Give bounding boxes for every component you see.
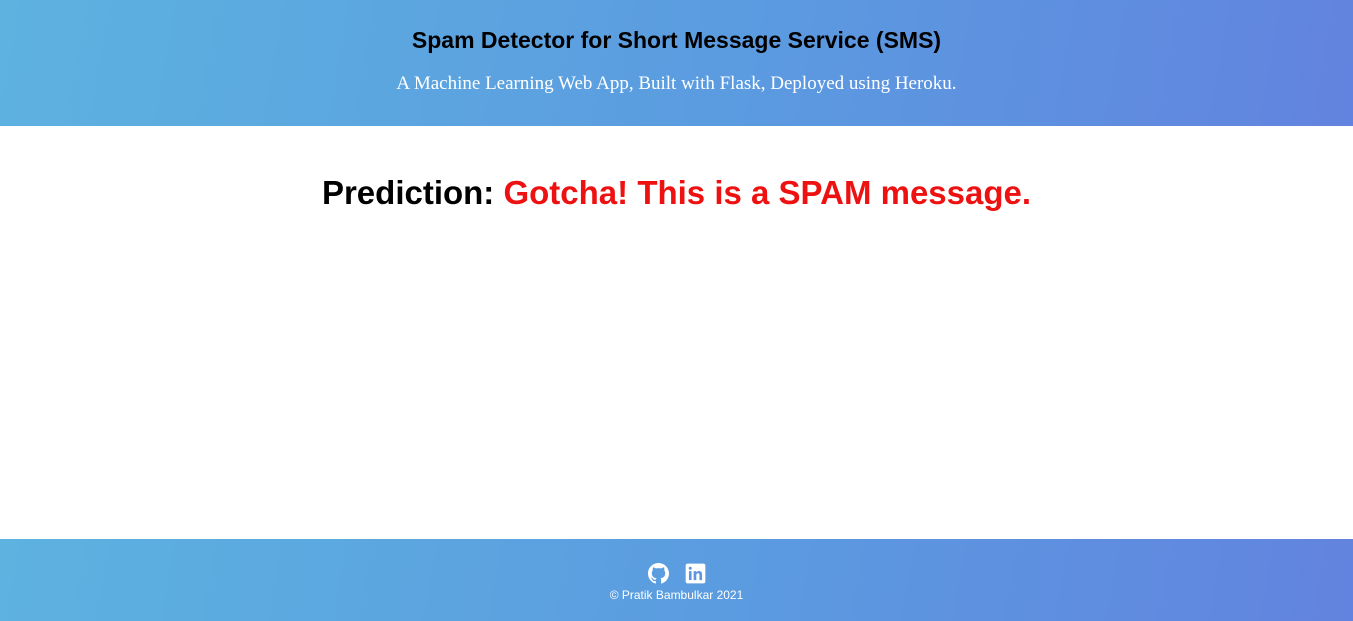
page-footer: © Pratik Bambulkar 2021 bbox=[0, 539, 1353, 621]
prediction-heading: Prediction: Gotcha! This is a SPAM messa… bbox=[0, 174, 1353, 212]
copyright-text: © Pratik Bambulkar 2021 bbox=[609, 588, 744, 602]
linkedin-link[interactable] bbox=[685, 563, 706, 584]
page-subtitle: A Machine Learning Web App, Built with F… bbox=[396, 73, 957, 94]
github-icon bbox=[647, 563, 669, 584]
page-header: Spam Detector for Short Message Service … bbox=[0, 0, 1353, 126]
prediction-result: Gotcha! This is a SPAM message. bbox=[503, 174, 1032, 211]
social-links bbox=[0, 563, 1353, 584]
github-link[interactable] bbox=[647, 563, 669, 584]
page-title: Spam Detector for Short Message Service … bbox=[411, 27, 942, 53]
linkedin-icon bbox=[685, 563, 705, 584]
main-content: Prediction: Gotcha! This is a SPAM messa… bbox=[0, 126, 1353, 539]
prediction-label: Prediction: bbox=[321, 174, 495, 211]
